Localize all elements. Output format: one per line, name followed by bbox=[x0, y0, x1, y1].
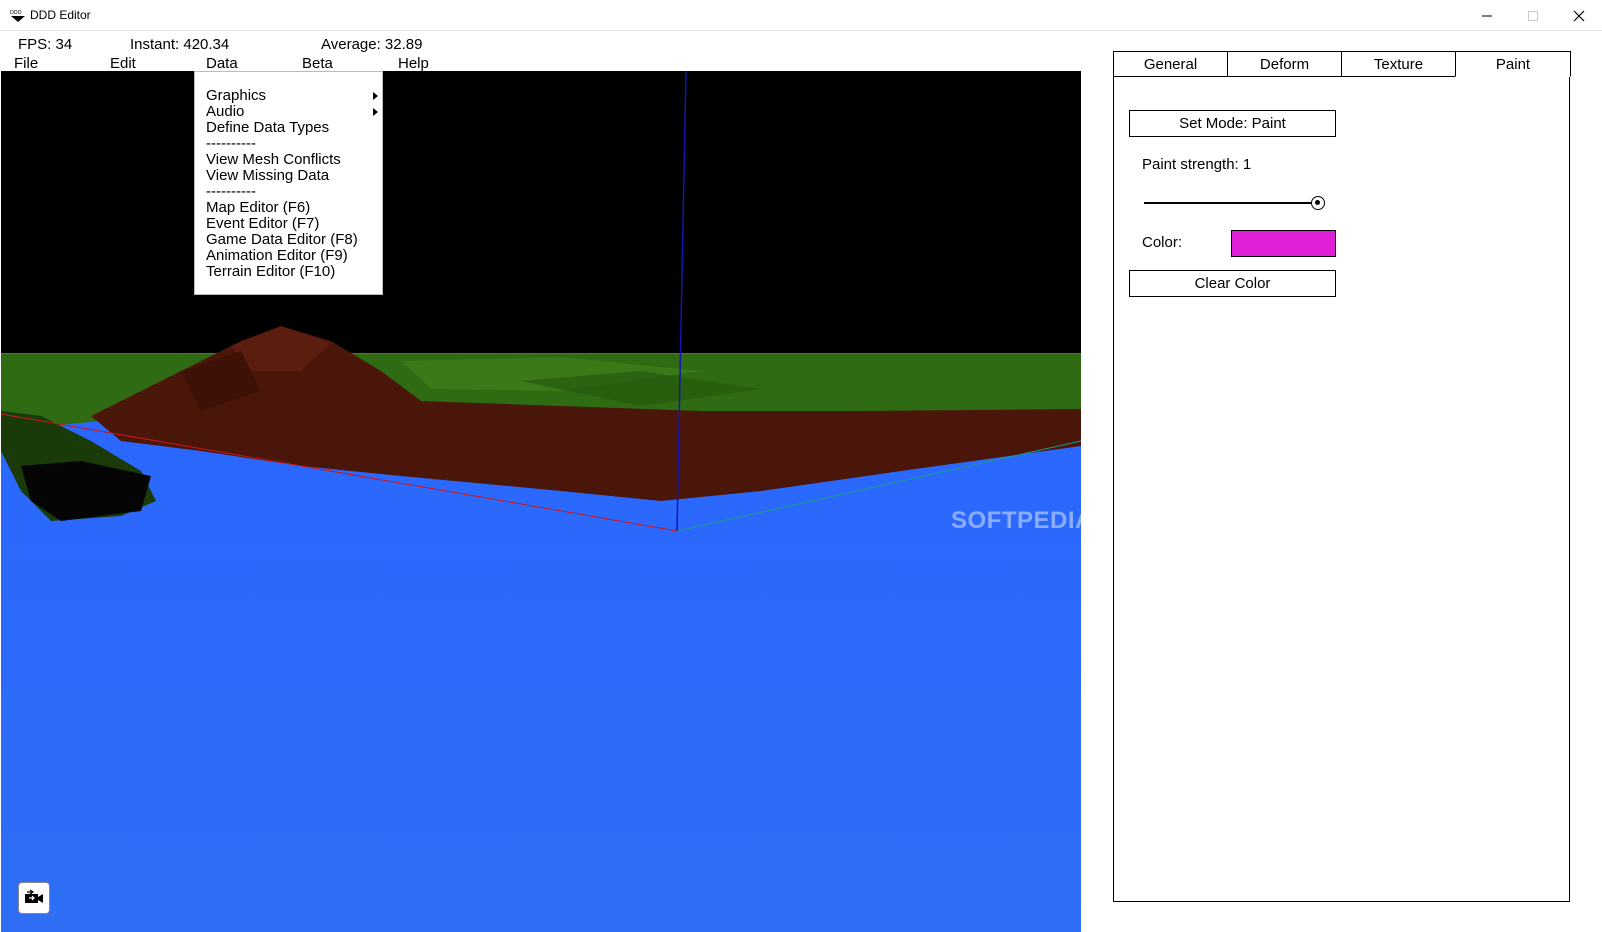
maximize-button[interactable] bbox=[1510, 0, 1556, 31]
submenu-arrow-icon bbox=[373, 108, 378, 116]
app-icon: DDD bbox=[10, 10, 25, 22]
tool-panel: General Deform Texture Paint Set Mode: P… bbox=[1113, 51, 1571, 902]
menu-item-label: Graphics bbox=[206, 87, 267, 104]
color-label: Color: bbox=[1142, 234, 1183, 251]
clear-color-button[interactable]: Clear Color bbox=[1129, 270, 1336, 297]
menu-item-event-editor[interactable]: Event Editor (F7) bbox=[195, 216, 382, 232]
title-bar: DDD DDD Editor bbox=[0, 0, 1602, 31]
minimize-button[interactable] bbox=[1464, 0, 1510, 31]
camera-button[interactable] bbox=[18, 882, 50, 914]
data-dropdown-menu: Graphics Audio Define Data Types -------… bbox=[194, 71, 383, 295]
instant-readout: Instant: 420.34 bbox=[130, 36, 230, 53]
menu-separator: ---------- bbox=[206, 135, 256, 152]
menu-item-game-data-editor[interactable]: Game Data Editor (F8) bbox=[195, 232, 382, 248]
menu-item-audio[interactable]: Audio bbox=[195, 104, 382, 120]
tab-general[interactable]: General bbox=[1113, 51, 1228, 77]
paint-strength-label: Paint strength: 1 bbox=[1142, 156, 1252, 173]
maximize-icon bbox=[1528, 10, 1538, 21]
paint-strength-slider[interactable] bbox=[1144, 202, 1319, 204]
menu-edit[interactable]: Edit bbox=[110, 55, 136, 72]
tab-deform[interactable]: Deform bbox=[1227, 51, 1342, 77]
tab-texture[interactable]: Texture bbox=[1341, 51, 1456, 77]
menu-item-animation-editor[interactable]: Animation Editor (F9) bbox=[195, 248, 382, 264]
minimize-icon bbox=[1482, 15, 1492, 16]
menu-help[interactable]: Help bbox=[398, 55, 429, 72]
set-mode-button[interactable]: Set Mode: Paint bbox=[1129, 110, 1336, 137]
menu-separator: ---------- bbox=[206, 183, 256, 200]
window-title: DDD Editor bbox=[30, 8, 91, 22]
close-icon bbox=[1573, 10, 1585, 21]
fps-readout: FPS: 34 bbox=[18, 36, 73, 53]
menu-item-terrain-editor[interactable]: Terrain Editor (F10) bbox=[195, 264, 382, 280]
menu-data[interactable]: Data bbox=[206, 55, 238, 72]
close-button[interactable] bbox=[1556, 0, 1602, 31]
menu-item-label: Audio bbox=[206, 103, 245, 120]
menu-item-view-missing-data[interactable]: View Missing Data bbox=[195, 168, 382, 184]
tab-paint[interactable]: Paint bbox=[1455, 51, 1571, 77]
watermark: SOFTPEDIA bbox=[951, 507, 1081, 534]
3d-viewport[interactable]: SOFTPEDIA bbox=[1, 71, 1081, 932]
slider-thumb[interactable] bbox=[1311, 196, 1325, 210]
menu-file[interactable]: File bbox=[14, 55, 38, 72]
app-icon-text: DDD bbox=[10, 10, 22, 16]
submenu-arrow-icon bbox=[373, 92, 378, 100]
menu-beta[interactable]: Beta bbox=[302, 55, 333, 72]
menu-item-define-data-types[interactable]: Define Data Types bbox=[195, 120, 382, 136]
menu-item-map-editor[interactable]: Map Editor (F6) bbox=[195, 200, 382, 216]
terrain-scene bbox=[1, 71, 1081, 932]
color-swatch[interactable] bbox=[1231, 230, 1336, 257]
menu-item-graphics[interactable]: Graphics bbox=[195, 88, 382, 104]
camera-icon bbox=[25, 889, 43, 903]
average-readout: Average: 32.89 bbox=[321, 36, 423, 53]
menu-item-view-mesh-conflicts[interactable]: View Mesh Conflicts bbox=[195, 152, 382, 168]
